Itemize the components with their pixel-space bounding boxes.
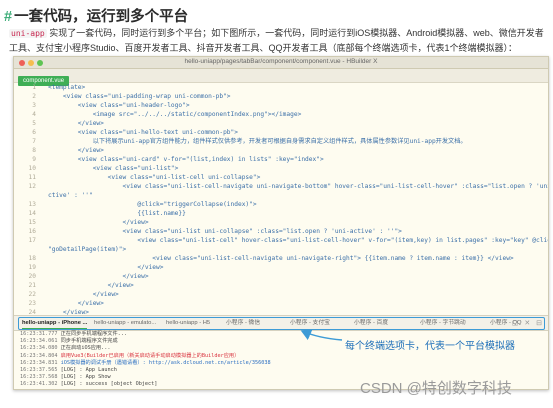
annotation-label: 每个终端选项卡，代表一个平台模拟器: [345, 341, 515, 352]
csdn-watermark: CSDN @特创数字科技: [360, 380, 512, 397]
